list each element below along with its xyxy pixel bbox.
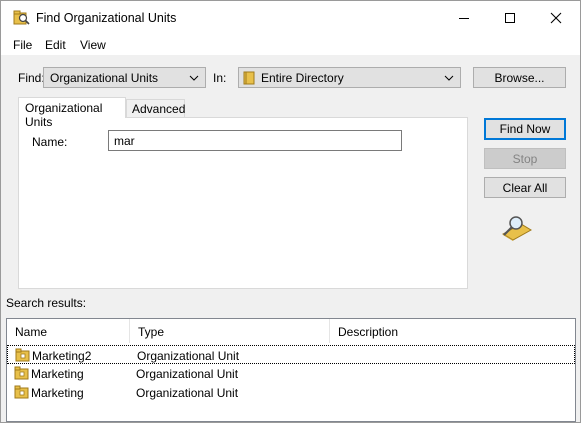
row-type: Organizational Unit [136, 367, 239, 381]
search-results-label: Search results: [6, 296, 87, 310]
find-ou-window: Find Organizational Units File Edit View… [0, 0, 581, 423]
find-folder-icon [13, 10, 30, 25]
maximize-icon [505, 13, 515, 23]
chevron-down-icon [189, 75, 199, 81]
name-input[interactable]: mar [108, 130, 402, 151]
tab-organizational-units[interactable]: Organizational Units [18, 97, 126, 129]
row-name: Marketing [31, 386, 84, 400]
row-type: Organizational Unit [137, 349, 240, 363]
in-scope-combobox[interactable]: Entire Directory [238, 67, 461, 88]
table-row[interactable]: Marketing Organizational Unit [7, 383, 575, 402]
tab-advanced[interactable]: Advanced [126, 99, 185, 117]
menu-file[interactable]: File [13, 38, 32, 52]
name-input-value: mar [114, 134, 135, 148]
row-name: Marketing [31, 367, 84, 381]
directory-book-icon [243, 71, 255, 85]
menu-bar: File Edit View [1, 35, 580, 56]
find-now-button[interactable]: Find Now [484, 118, 566, 140]
name-label: Name: [32, 135, 68, 149]
column-header-name[interactable]: Name [7, 319, 130, 343]
table-row[interactable]: Marketing2 Organizational Unit [7, 345, 575, 364]
menu-edit[interactable]: Edit [45, 38, 66, 52]
find-type-value: Organizational Units [50, 71, 159, 85]
clear-all-button[interactable]: Clear All [484, 177, 566, 198]
minimize-icon [459, 18, 469, 19]
results-list[interactable]: Name Type Description Marketing2 Organiz… [6, 318, 576, 422]
in-label: In: [213, 71, 227, 85]
close-icon [550, 12, 562, 24]
title-bar[interactable]: Find Organizational Units [1, 1, 580, 35]
magnifier-folder-icon [502, 216, 532, 241]
tab-label: Organizational Units [25, 101, 103, 129]
maximize-button[interactable] [487, 1, 533, 35]
ou-folder-icon [14, 385, 29, 399]
window-title: Find Organizational Units [36, 11, 177, 25]
chevron-down-icon [444, 75, 454, 81]
find-label: Find: [18, 71, 45, 85]
row-name: Marketing2 [32, 349, 92, 363]
stop-button[interactable]: Stop [484, 148, 566, 169]
table-row[interactable]: Marketing Organizational Unit [7, 364, 575, 383]
row-type: Organizational Unit [136, 386, 239, 400]
tab-label: Advanced [132, 102, 186, 116]
minimize-button[interactable] [441, 1, 487, 35]
in-scope-value: Entire Directory [261, 71, 344, 85]
close-button[interactable] [533, 1, 579, 35]
find-type-combobox[interactable]: Organizational Units [43, 67, 206, 88]
ou-folder-icon [14, 366, 29, 380]
browse-button[interactable]: Browse... [473, 67, 566, 88]
column-header-description[interactable]: Description [330, 319, 575, 343]
ou-folder-icon [15, 348, 30, 362]
menu-view[interactable]: View [80, 38, 106, 52]
column-header-type[interactable]: Type [130, 319, 330, 343]
